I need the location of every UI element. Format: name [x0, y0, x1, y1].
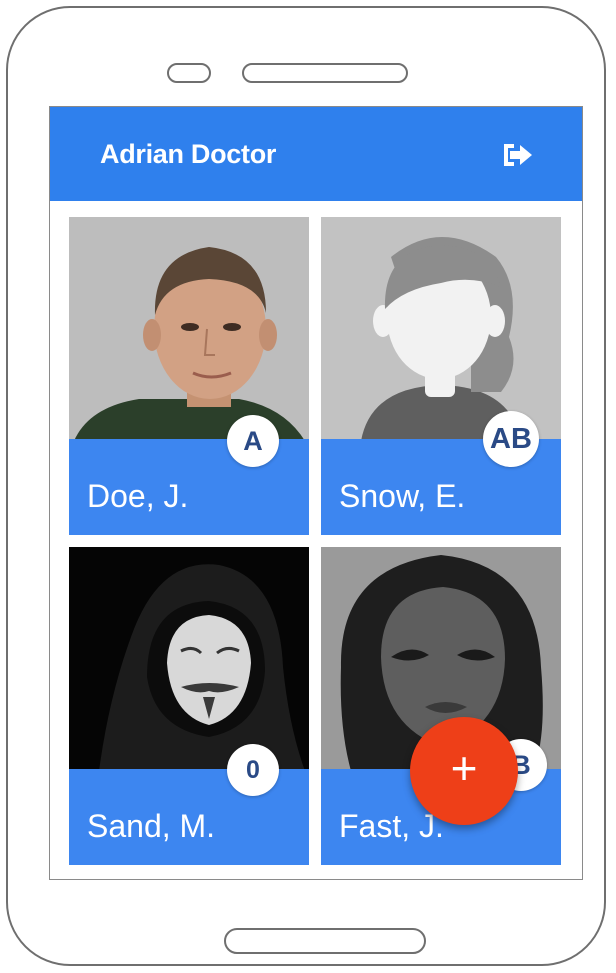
sign-out-icon[interactable]: [501, 138, 535, 172]
front-camera: [167, 63, 211, 83]
patient-card[interactable]: Snow, E. AB: [321, 217, 561, 535]
earpiece-speaker: [242, 63, 408, 83]
add-patient-button[interactable]: +: [410, 717, 518, 825]
patient-card[interactable]: Sand, M. 0: [69, 547, 309, 865]
home-button[interactable]: [224, 928, 426, 954]
blood-type-badge: 0: [227, 744, 279, 796]
patient-name: Fast, J.: [339, 808, 444, 844]
blood-type-badge: AB: [483, 411, 539, 467]
patient-name: Sand, M.: [87, 808, 216, 844]
patient-photo: [69, 217, 309, 441]
default-avatar-icon: [321, 217, 561, 441]
patient-name: Doe, J.: [87, 478, 189, 514]
patient-card[interactable]: Doe, J. A: [69, 217, 309, 535]
app-bar: Adrian Doctor: [50, 107, 582, 201]
patient-photo: [69, 547, 309, 771]
patient-name: Snow, E.: [339, 478, 466, 514]
blood-type-badge: A: [227, 415, 279, 467]
doctor-name: Adrian Doctor: [100, 139, 277, 169]
